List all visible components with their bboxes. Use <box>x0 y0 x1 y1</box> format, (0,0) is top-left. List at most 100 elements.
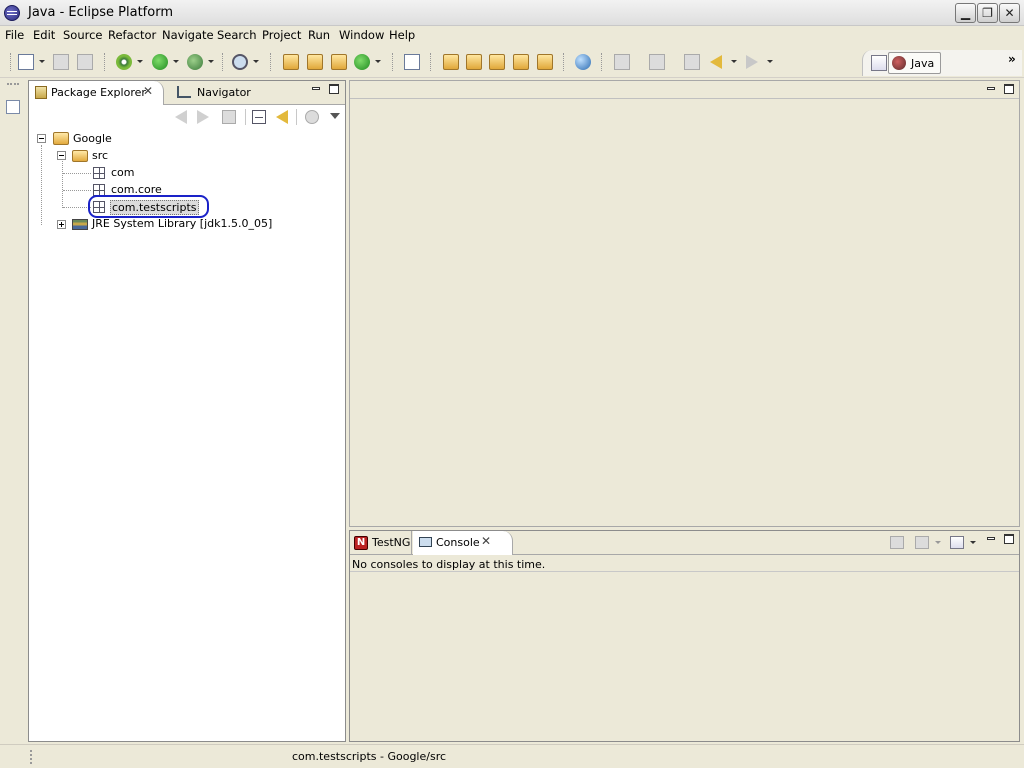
save-icon[interactable] <box>53 54 69 70</box>
tab-console[interactable]: Console ✕ <box>413 531 513 555</box>
last-edit-location-icon[interactable] <box>684 54 700 70</box>
fast-view-icon[interactable] <box>6 100 20 114</box>
external-tools-icon[interactable] <box>116 54 132 70</box>
previous-annotation-icon[interactable] <box>649 54 665 70</box>
menu-search[interactable]: Search <box>217 28 257 42</box>
edit-icon[interactable] <box>513 54 529 70</box>
close-tab-icon[interactable]: ✕ <box>143 84 153 98</box>
console-divider <box>350 571 1019 572</box>
restore-window-button[interactable]: ❐ <box>977 3 998 23</box>
minimize-view-icon[interactable] <box>312 87 320 90</box>
open-resource-icon[interactable] <box>537 54 553 70</box>
console-icon <box>419 537 432 547</box>
dropdown-arrow-icon[interactable] <box>173 60 179 63</box>
menu-navigate[interactable]: Navigate <box>162 28 214 42</box>
java-perspective-button[interactable]: Java <box>888 52 941 74</box>
forward-arrow-icon[interactable] <box>746 55 758 69</box>
menu-refactor[interactable]: Refactor <box>108 28 156 42</box>
print-icon[interactable] <box>77 54 93 70</box>
minimize-editor-icon[interactable] <box>987 87 995 90</box>
new-testng-icon[interactable] <box>354 54 370 70</box>
collapse-toggle-icon[interactable] <box>37 134 46 143</box>
open-perspective-icon[interactable] <box>871 55 887 71</box>
tree-guide <box>41 145 42 225</box>
menu-run[interactable]: Run <box>308 28 330 42</box>
new-file-icon[interactable] <box>18 54 34 70</box>
next-annotation-icon[interactable] <box>614 54 630 70</box>
menu-window[interactable]: Window <box>339 28 384 42</box>
open-folder-icon[interactable] <box>489 54 505 70</box>
collapse-all-icon[interactable] <box>252 110 266 124</box>
console-empty-message: No consoles to display at this time. <box>352 558 546 571</box>
menu-project[interactable]: Project <box>262 28 301 42</box>
tab-testng[interactable]: N TestNG <box>350 531 412 555</box>
new-java-project-icon[interactable] <box>283 54 299 70</box>
close-window-button[interactable]: ✕ <box>999 3 1020 23</box>
source-folder-icon <box>72 150 88 162</box>
package-icon <box>93 167 105 179</box>
toolbar-separator <box>563 53 564 71</box>
collapse-toggle-icon[interactable] <box>57 151 66 160</box>
minimize-view-icon[interactable] <box>987 537 995 540</box>
dropdown-arrow-icon[interactable] <box>935 541 941 544</box>
package-explorer-panel: Package Explorer ✕ Navigator Google src … <box>28 80 346 742</box>
forward-icon[interactable] <box>197 110 211 124</box>
open-task-icon[interactable] <box>404 54 420 70</box>
console-tabs: N TestNG Console ✕ <box>350 531 1019 555</box>
toolbar-separator <box>245 109 246 125</box>
open-type-icon[interactable] <box>443 54 459 70</box>
new-package-icon[interactable] <box>307 54 323 70</box>
back-icon[interactable] <box>173 110 187 124</box>
link-with-editor-icon[interactable] <box>274 110 288 124</box>
status-grip[interactable] <box>30 750 32 764</box>
pin-console-icon[interactable] <box>890 536 904 549</box>
perspective-bar <box>862 50 1022 76</box>
expand-toggle-icon[interactable] <box>57 220 66 229</box>
new-class-icon[interactable] <box>331 54 347 70</box>
back-arrow-icon[interactable] <box>710 55 722 69</box>
menu-edit[interactable]: Edit <box>33 28 55 42</box>
view-menu-icon[interactable] <box>330 113 340 119</box>
trim-grip[interactable] <box>7 83 19 85</box>
toolbar-separator <box>601 53 602 71</box>
tab-navigator[interactable]: Navigator <box>169 81 269 105</box>
tab-package-explorer-label: Package Explorer <box>51 86 146 99</box>
tab-package-explorer[interactable]: Package Explorer ✕ <box>29 81 164 105</box>
maximize-view-icon[interactable] <box>1004 534 1014 544</box>
dropdown-arrow-icon[interactable] <box>208 60 214 63</box>
up-icon[interactable] <box>222 110 236 124</box>
open-hierarchy-icon[interactable] <box>466 54 482 70</box>
display-console-icon[interactable] <box>915 536 929 549</box>
toolbar-separator <box>222 53 223 71</box>
run-icon[interactable] <box>152 54 168 70</box>
menu-bar: File Edit Source Refactor Navigate Searc… <box>0 26 1024 44</box>
open-console-icon[interactable] <box>950 536 964 549</box>
package-explorer-icon <box>35 86 47 99</box>
filters-icon[interactable] <box>305 110 319 124</box>
dropdown-arrow-icon[interactable] <box>970 541 976 544</box>
dropdown-arrow-icon[interactable] <box>137 60 143 63</box>
web-browser-icon[interactable] <box>575 54 591 70</box>
close-tab-icon[interactable]: ✕ <box>481 534 491 548</box>
minimize-window-button[interactable]: ▁ <box>955 3 976 23</box>
menu-help[interactable]: Help <box>389 28 415 42</box>
console-panel: N TestNG Console ✕ No consoles to displa… <box>349 530 1020 742</box>
tree-item-label: JRE System Library [jdk1.5.0_05] <box>92 217 273 230</box>
menu-source[interactable]: Source <box>63 28 103 42</box>
maximize-editor-icon[interactable] <box>1004 84 1014 94</box>
debug-icon[interactable] <box>187 54 203 70</box>
editor-area[interactable] <box>349 80 1020 527</box>
dropdown-arrow-icon[interactable] <box>731 60 737 63</box>
tree-item-label: src <box>92 149 109 162</box>
tab-navigator-label: Navigator <box>197 86 251 99</box>
library-icon <box>72 219 88 230</box>
status-text: com.testscripts - Google/src <box>292 750 447 763</box>
dropdown-arrow-icon[interactable] <box>253 60 259 63</box>
maximize-view-icon[interactable] <box>329 84 339 94</box>
dropdown-arrow-icon[interactable] <box>39 60 45 63</box>
dropdown-arrow-icon[interactable] <box>375 60 381 63</box>
search-icon[interactable] <box>232 54 248 70</box>
dropdown-arrow-icon[interactable] <box>767 60 773 63</box>
menu-file[interactable]: File <box>5 28 24 42</box>
toolbar-overflow-chevron[interactable]: » <box>1008 52 1016 66</box>
